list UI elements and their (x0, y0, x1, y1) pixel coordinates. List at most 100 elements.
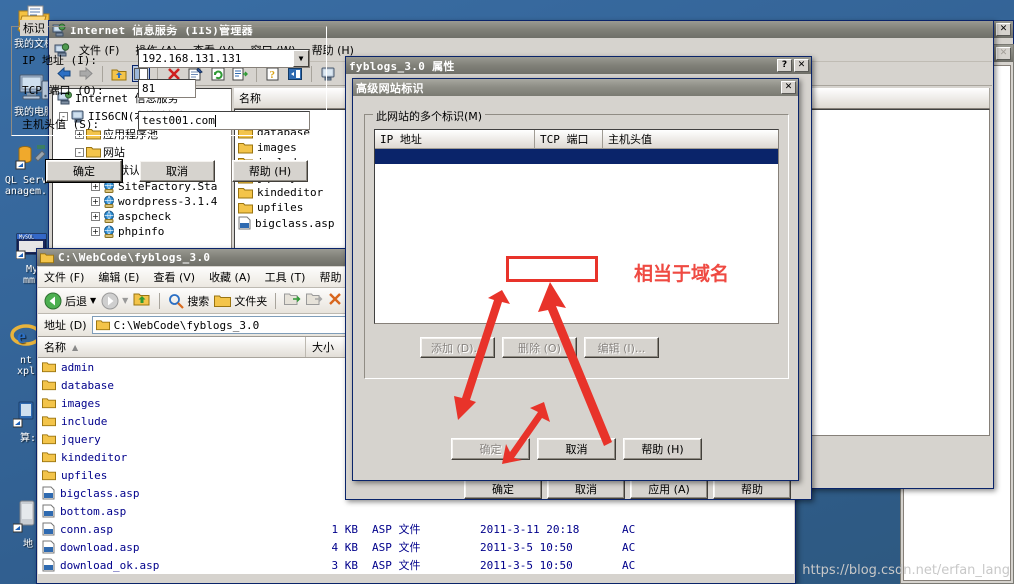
adv-title: 高级网站标识 (356, 81, 424, 95)
multiple-identities-label: 此网站的多个标识(M) (373, 108, 486, 124)
host-header-value: test001.com (142, 114, 215, 127)
identities-column-host[interactable]: 主机头值 (603, 130, 778, 148)
file-size: 4 KB (331, 540, 359, 554)
iis-list-item-label: images (257, 141, 297, 154)
asp-file-icon (42, 540, 55, 554)
file-name: include (61, 414, 108, 428)
help-button[interactable]: ? (777, 59, 792, 72)
asp-file-icon (42, 486, 55, 500)
list-item[interactable]: bottom.asp (38, 502, 794, 520)
address-input-value: C:\WebCode\fyblogs_3.0 (113, 318, 260, 332)
file-size: 3 KB (331, 558, 359, 572)
tree-node-wordpress[interactable]: + wordpress-3.1.4 (53, 194, 231, 209)
website-icon (104, 210, 114, 223)
folder-icon (238, 202, 253, 213)
props-title: fyblogs_3.0 属性 (349, 59, 455, 73)
copy-to-button[interactable] (306, 292, 323, 309)
back-button[interactable]: 后退 ▼ (44, 292, 96, 310)
close-icon[interactable]: ✕ (781, 81, 796, 94)
tree-expander-plus-6[interactable]: + (91, 227, 100, 236)
explorer-menu-file[interactable]: 文件 (F) (44, 269, 84, 285)
delete-identity-button[interactable]: 删除 (O) (502, 337, 577, 358)
up-button[interactable] (133, 291, 151, 310)
file-name: kindeditor (61, 450, 128, 464)
list-item[interactable]: download_ok.asp 3 KB ASP 文件 2011-3-5 10:50 A… (38, 556, 794, 574)
add-identity-button[interactable]: 添加 (D)... (420, 337, 495, 358)
adv-help-button[interactable]: 帮助 (H) (623, 438, 702, 460)
tree-node-phpinfo[interactable]: + phpinfo (53, 224, 231, 239)
add-edit-identity-dialog[interactable]: 添加/编辑网站标识 ✕ 标识 IP 地址 (I): 192.168.131.13… (0, 0, 340, 203)
tcp-port-label: TCP 端口 (O): (22, 84, 104, 97)
back-icon (44, 292, 62, 309)
tree-expander-plus-5[interactable]: + (91, 212, 100, 221)
props-help-button[interactable]: 帮助 (713, 478, 791, 499)
add-edit-cancel-button[interactable]: 取消 (139, 160, 215, 182)
chevron-down-icon[interactable]: ▼ (293, 50, 309, 67)
tree-expander-minus-2[interactable]: - (75, 147, 84, 157)
identities-list-header[interactable]: IP 地址 TCP 端口 主机头值 (375, 130, 778, 149)
delete-button[interactable] (328, 292, 342, 309)
file-name: download_ok.asp (60, 558, 160, 572)
explorer-menu-edit[interactable]: 编辑 (E) (98, 269, 139, 285)
search-button-label: 搜索 (187, 294, 210, 308)
advanced-identity-dialog[interactable]: 高级网站标识 ✕ 此网站的多个标识(M) IP 地址 TCP 端口 主机头值 添… (352, 78, 799, 481)
folder-icon (42, 452, 56, 463)
add-edit-help-button[interactable]: 帮助 (H) (232, 160, 308, 182)
adv-ok-button[interactable]: 确定 (451, 438, 530, 460)
file-attr: AC (622, 522, 636, 536)
folders-button[interactable]: 文件夹 (214, 293, 267, 309)
tree-node-websites[interactable]: - 网站 (53, 143, 231, 161)
adv-cancel-button[interactable]: 取消 (537, 438, 616, 460)
close-icon[interactable]: ✕ (794, 59, 809, 72)
identities-row-selected[interactable] (375, 149, 778, 164)
folder-icon (42, 434, 56, 445)
explorer-menu-tools[interactable]: 工具 (T) (265, 269, 306, 285)
annotation-text: 相当于域名 (634, 263, 730, 285)
props-window-controls[interactable]: ? ✕ (777, 59, 809, 72)
add-edit-ok-button[interactable]: 确定 (46, 160, 122, 182)
ip-address-combobox[interactable]: 192.168.131.131 ▼ (138, 49, 310, 68)
forward-button[interactable]: ▼ (101, 292, 128, 310)
identities-column-port[interactable]: TCP 端口 (535, 130, 603, 148)
list-item[interactable]: download.asp 4 KB ASP 文件 2011-3-5 10:50 AC (38, 538, 794, 556)
tcp-port-input[interactable]: 81 (138, 79, 196, 98)
folder-icon (86, 147, 101, 158)
folder-icon (42, 398, 56, 409)
close-button[interactable]: ✕ (996, 23, 1011, 36)
tree-expander-plus-3[interactable]: + (91, 182, 100, 191)
ip-address-label: IP 地址 (I): (22, 54, 97, 67)
move-to-button[interactable] (284, 292, 301, 309)
asp-file-icon (42, 504, 55, 518)
back-dropdown-icon[interactable]: ▼ (90, 296, 96, 305)
explorer-menu-view[interactable]: 查看 (V) (153, 269, 195, 285)
file-name: jquery (61, 432, 101, 446)
tree-node-aspcheck[interactable]: + aspcheck (53, 209, 231, 224)
folder-icon (42, 416, 56, 427)
identities-column-ip[interactable]: IP 地址 (375, 130, 535, 148)
iis-list-item-label: bigclass.asp (255, 216, 335, 230)
file-attr: AC (622, 558, 636, 572)
props-ok-button[interactable]: 确定 (464, 478, 542, 499)
adv-body: 此网站的多个标识(M) IP 地址 TCP 端口 主机头值 添加 (D)... … (354, 96, 797, 479)
ip-address-value: 192.168.131.131 (142, 52, 242, 65)
adv-window-controls[interactable]: ✕ (781, 81, 796, 94)
props-apply-button[interactable]: 应用 (A) (630, 478, 708, 499)
host-header-input[interactable]: test001.com (138, 111, 310, 130)
list-item[interactable]: conn.asp 1 KB ASP 文件 2011-3-11 20:18 AC (38, 520, 794, 538)
folder-icon (238, 142, 253, 153)
identities-listview[interactable]: IP 地址 TCP 端口 主机头值 (374, 129, 779, 324)
column-name[interactable]: 名称 ▲ (38, 337, 306, 357)
file-type: ASP 文件 (372, 523, 421, 536)
edit-identity-button[interactable]: 编辑 (I)... (584, 337, 659, 358)
tcp-port-value: 81 (142, 82, 156, 95)
explorer-menu-favorites[interactable]: 收藏 (A) (209, 269, 251, 285)
props-cancel-button[interactable]: 取消 (547, 478, 625, 499)
forward-icon (101, 292, 119, 309)
forward-dropdown-icon[interactable]: ▼ (122, 296, 128, 305)
close-button-2[interactable]: ✕ (996, 47, 1011, 60)
search-button[interactable]: 搜索 (168, 293, 209, 309)
file-type: ASP 文件 (372, 541, 421, 554)
column-name-label: 名称 (44, 341, 66, 354)
tree-expander-plus-4[interactable]: + (91, 197, 100, 206)
desktop-icon-label: nt xpl (16, 355, 36, 377)
